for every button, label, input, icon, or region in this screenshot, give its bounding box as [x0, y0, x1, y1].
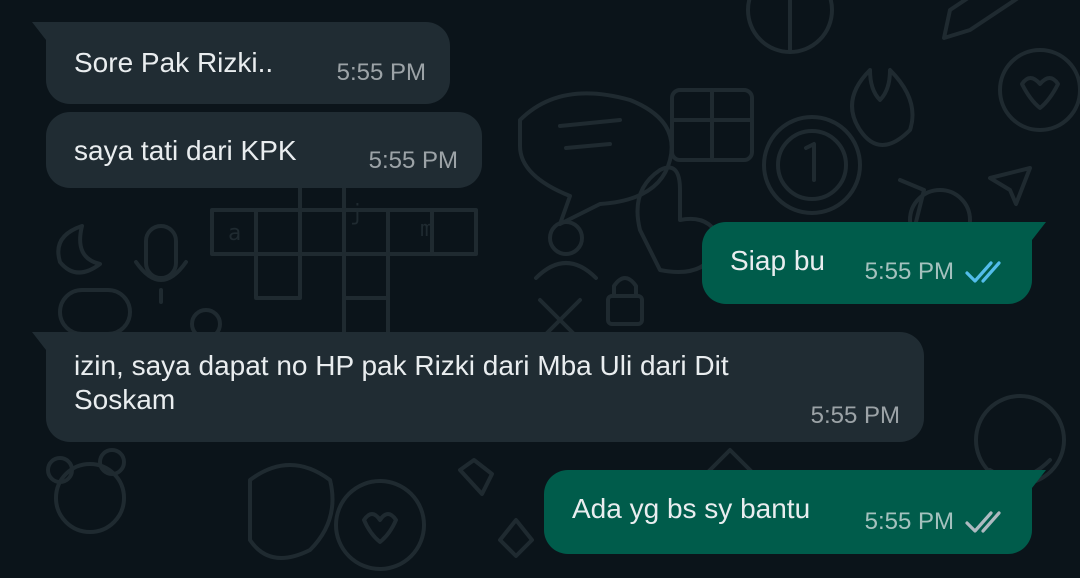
message-text: Siap bu	[730, 245, 825, 276]
message-text: saya tati dari KPK	[74, 135, 297, 166]
message-time: 5:55 PM	[368, 147, 458, 174]
bubble-tail	[32, 332, 46, 350]
message-time: 5:55 PM	[810, 402, 900, 429]
double-check-icon	[965, 511, 1001, 533]
double-check-icon	[965, 261, 1001, 283]
message-text: Ada yg bs sy bantu	[572, 493, 811, 524]
svg-text:j: j	[350, 201, 363, 226]
bubble-tail	[1032, 470, 1046, 488]
message-text: Sore Pak Rizki..	[74, 47, 274, 78]
message-bubble-incoming[interactable]: saya tati dari KPK 5:55 PM	[46, 112, 482, 188]
message-time: 5:55 PM	[336, 59, 426, 86]
message-bubble-outgoing[interactable]: Ada yg bs sy bantu 5:55 PM	[544, 470, 1046, 554]
message-time: 5:55 PM	[864, 258, 954, 285]
message-bubble-incoming[interactable]: izin, saya dapat no HP pak Rizki dari Mb…	[32, 332, 924, 442]
chat-area[interactable]: a j m Sore Pak Rizki.. 5:55 PM saya tati…	[0, 0, 1080, 578]
message-text: izin, saya dapat no HP pak Rizki dari Mb…	[74, 350, 729, 415]
message-bubble-outgoing[interactable]: Siap bu 5:55 PM	[702, 222, 1046, 304]
bubble-tail	[32, 22, 46, 40]
svg-text:m: m	[420, 217, 433, 242]
message-time: 5:55 PM	[864, 508, 954, 535]
bubble-tail	[1032, 222, 1046, 240]
message-bubble-incoming[interactable]: Sore Pak Rizki.. 5:55 PM	[32, 22, 450, 104]
svg-text:a: a	[228, 221, 241, 246]
